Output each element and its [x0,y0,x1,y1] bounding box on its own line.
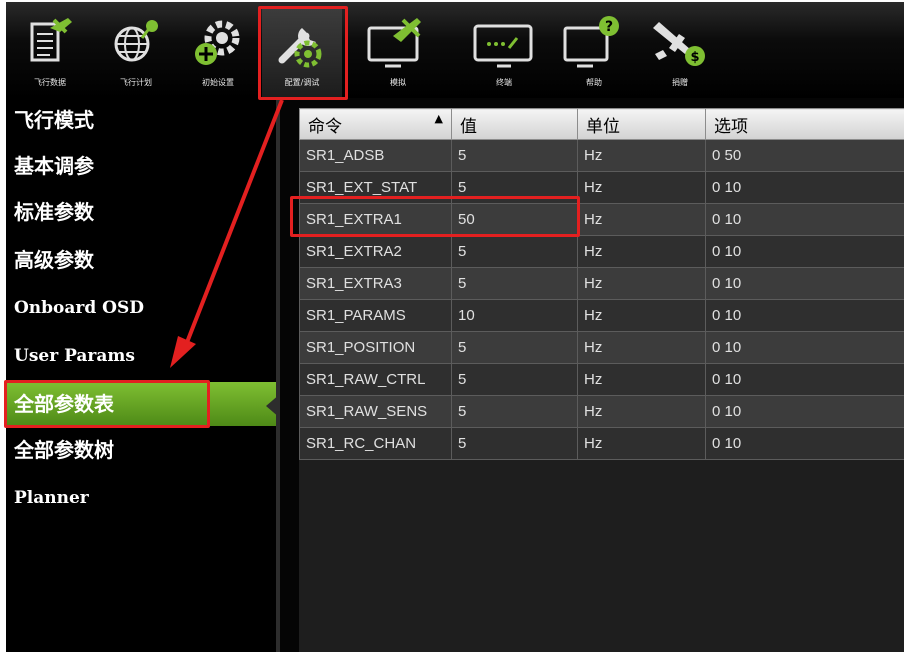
menu-item-standard-params[interactable]: 标准参数 [6,190,276,234]
param-value-cell[interactable]: 5 [451,171,578,204]
param-name-cell: SR1_POSITION [299,331,452,364]
donate-icon: $ [653,22,705,66]
menu-item-basic-tuning[interactable]: 基本调参 [6,144,276,188]
table-row[interactable]: SR1_RC_CHAN 5 Hz 0 10 [299,427,904,460]
flight-plan-button[interactable]: 飞行计划 [96,6,176,98]
menu-divider [276,98,280,652]
param-units-cell: Hz [577,267,706,300]
param-value-cell[interactable]: 5 [451,331,578,364]
menu-item-full-param-list[interactable]: 全部参数表 [6,382,276,426]
table-row[interactable]: SR1_EXTRA3 5 Hz 0 10 [299,267,904,300]
initial-setup-label: 初始设置 [202,78,234,87]
simulation-button[interactable]: 模拟 [358,6,438,98]
flight-data-button[interactable]: 飞行数据 [10,6,90,98]
help-label: 帮助 [586,78,602,87]
mission-planner-window: 飞行数据 飞行计划 初始设置 配置/调试 模拟 终端 ? 帮助 $ 捐赠 飞行模… [6,2,904,652]
param-options-cell: 0 10 [705,203,904,236]
menu-item-full-param-tree[interactable]: 全部参数树 [6,428,276,472]
param-options-cell: 0 50 [705,139,904,172]
param-name-cell: SR1_EXT_STAT [299,171,452,204]
param-units-cell: Hz [577,395,706,428]
column-header-command[interactable]: 命令 ▲ [299,108,452,140]
param-name-cell: SR1_PARAMS [299,299,452,332]
config-tuning-icon [278,28,322,68]
active-pointer-icon [266,394,280,418]
param-options-cell: 0 10 [705,299,904,332]
param-value-cell[interactable]: 5 [451,139,578,172]
table-row[interactable]: SR1_EXTRA2 5 Hz 0 10 [299,235,904,268]
param-name-cell: SR1_EXTRA1 [299,203,452,236]
table-row[interactable]: SR1_EXT_STAT 5 Hz 0 10 [299,171,904,204]
param-grid: 命令 ▲ 值 单位 选项 SR1_ADSB 5 Hz 0 50 SR1_EXT_S… [299,108,904,652]
column-header-value[interactable]: 值 [451,108,578,140]
param-options-cell: 0 10 [705,395,904,428]
param-value-cell[interactable]: 10 [451,299,578,332]
config-tuning-label: 配置/调试 [284,78,320,87]
terminal-label: 终端 [496,78,512,87]
svg-text:?: ? [605,19,613,35]
terminal-icon [473,24,533,68]
param-units-cell: Hz [577,235,706,268]
param-options-cell: 0 10 [705,171,904,204]
param-name-cell: SR1_RAW_SENS [299,395,452,428]
sort-ascending-icon: ▲ [434,111,443,125]
table-row[interactable]: SR1_RAW_SENS 5 Hz 0 10 [299,395,904,428]
param-name-cell: SR1_RC_CHAN [299,427,452,460]
param-options-cell: 0 10 [705,427,904,460]
initial-setup-button[interactable]: 初始设置 [178,6,258,98]
table-row[interactable]: SR1_PARAMS 10 Hz 0 10 [299,299,904,332]
table-row[interactable]: SR1_RAW_CTRL 5 Hz 0 10 [299,363,904,396]
param-value-cell[interactable]: 50 [451,203,578,236]
menu-item-advanced-params[interactable]: 高级参数 [6,238,276,282]
param-options-cell: 0 10 [705,331,904,364]
menu-item-planner[interactable]: Planner [6,476,276,520]
menu-item-user-params[interactable]: User Params [6,334,276,378]
menu-item-onboard-osd[interactable]: Onboard OSD [6,286,276,330]
param-table: 命令 ▲ 值 单位 选项 SR1_ADSB 5 Hz 0 50 SR1_EXT_S… [299,108,904,460]
donate-button[interactable]: $ 捐赠 [640,6,720,98]
table-row[interactable]: SR1_EXTRA1 50 Hz 0 10 [299,203,904,236]
header-row: 命令 ▲ 值 单位 选项 [299,108,904,140]
main-toolbar: 飞行数据 飞行计划 初始设置 配置/调试 模拟 终端 ? 帮助 $ 捐赠 [6,2,904,98]
param-units-cell: Hz [577,299,706,332]
simulation-icon [367,18,421,68]
help-button[interactable]: ? 帮助 [554,6,634,98]
param-options-cell: 0 10 [705,267,904,300]
config-side-menu: 飞行模式 基本调参 标准参数 高级参数 Onboard OSD User Par… [6,98,276,652]
column-header-units[interactable]: 单位 [577,108,706,140]
flight-plan-label: 飞行计划 [120,78,152,87]
initial-setup-icon [195,20,240,65]
param-units-cell: Hz [577,363,706,396]
donate-label: 捐赠 [672,78,688,87]
terminal-button[interactable]: 终端 [464,6,544,98]
config-tuning-button[interactable]: 配置/调试 [262,6,342,98]
flight-data-icon [30,18,72,62]
param-units-cell: Hz [577,427,706,460]
param-name-cell: SR1_ADSB [299,139,452,172]
param-options-cell: 0 10 [705,363,904,396]
flight-data-label: 飞行数据 [34,78,66,87]
param-value-cell[interactable]: 5 [451,267,578,300]
param-units-cell: Hz [577,171,706,204]
param-name-cell: SR1_EXTRA3 [299,267,452,300]
simulation-label: 模拟 [390,78,406,87]
column-header-options[interactable]: 选项 [705,108,904,140]
param-units-cell: Hz [577,331,706,364]
param-name-cell: SR1_EXTRA2 [299,235,452,268]
param-units-cell: Hz [577,139,706,172]
param-value-cell[interactable]: 5 [451,363,578,396]
svg-text:$: $ [690,50,699,65]
table-row[interactable]: SR1_ADSB 5 Hz 0 50 [299,139,904,172]
param-value-cell[interactable]: 5 [451,427,578,460]
flight-plan-icon [114,20,158,62]
param-value-cell[interactable]: 5 [451,235,578,268]
table-row[interactable]: SR1_POSITION 5 Hz 0 10 [299,331,904,364]
param-options-cell: 0 10 [705,235,904,268]
help-icon: ? [563,16,619,68]
param-value-cell[interactable]: 5 [451,395,578,428]
param-name-cell: SR1_RAW_CTRL [299,363,452,396]
param-units-cell: Hz [577,203,706,236]
menu-item-flight-modes[interactable]: 飞行模式 [6,98,276,142]
